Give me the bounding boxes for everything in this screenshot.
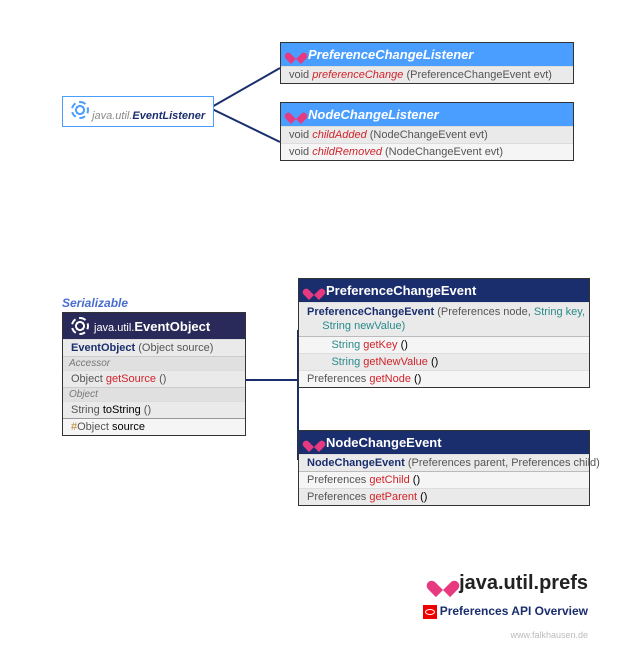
pce-title: PreferenceChangeEvent [326,283,476,298]
evo-ctor: EventObject (Object source) [63,339,245,356]
heart-icon [307,284,321,298]
ret: Preferences [307,474,366,486]
evo-prefix: java.util. [94,322,134,334]
mname: getNode [369,373,411,385]
params: () [144,404,151,416]
pcl-header: PreferenceChangeListener [281,43,573,66]
p3: String newValue) [322,320,405,332]
evo-m1: Object getSource () [63,370,245,387]
p1: (Preferences node, [437,306,531,318]
heart-icon [289,108,303,122]
mname: getChild [369,474,409,486]
package-title: java.util.prefs [433,572,588,595]
evo-title: EventObject [134,319,210,334]
params: () [401,339,408,351]
ctor-params: (Object source) [138,342,213,354]
mname: childAdded [312,129,366,141]
ret: void [289,129,309,141]
ret: void [289,146,309,158]
pce-ctor: PreferenceChangeEvent (Preferences node,… [299,302,589,336]
params: () [420,491,427,503]
ncl-m2: void childRemoved (NodeChangeEvent evt) [281,143,573,160]
overview-link[interactable]: Preferences API Overview [423,604,588,619]
pcl-title: PreferenceChangeListener [308,47,473,62]
heart-icon [307,436,321,450]
ret: String [331,356,360,368]
event-listener-box: java.util.EventListener [62,96,214,127]
ctor-name: PreferenceChangeEvent [307,306,434,318]
ctor-params: (Preferences parent, Preferences child) [408,457,600,469]
fname: source [112,421,145,433]
mname: toString [103,404,141,416]
params: () [431,356,438,368]
evo-field: #Object source [63,418,245,435]
serializable-label: Serializable [62,296,128,310]
ret: String [71,404,100,416]
evo-m2: String toString () [63,401,245,418]
ret: void [289,69,309,81]
params: () [414,373,421,385]
params: () [413,474,420,486]
mname: getParent [369,491,417,503]
overview-text: Preferences API Overview [440,604,588,618]
ret: Preferences [307,491,366,503]
el-name: EventListener [132,110,205,122]
pce-m2: String getNewValue () [299,353,589,370]
mname: getNewValue [363,356,428,368]
mname: preferenceChange [312,69,403,81]
pce-box: PreferenceChangeEvent PreferenceChangeEv… [298,278,590,388]
nce-m2: Preferences getParent () [299,488,589,505]
nce-header: NodeChangeEvent [299,431,589,454]
pcl-method: void preferenceChange (PreferenceChangeE… [281,66,573,83]
mname: childRemoved [312,146,382,158]
params: (NodeChangeEvent evt) [370,129,488,141]
gear-icon [71,317,89,335]
heart-icon [289,48,303,62]
evo-box: java.util.EventObject EventObject (Objec… [62,312,246,436]
p2: String key, [534,306,585,318]
ret: Object [71,373,103,385]
heart-icon [433,574,453,594]
ret: String [331,339,360,351]
object-section: Object [63,387,245,401]
oracle-icon [423,605,437,619]
credit: www.falkhausen.de [510,630,588,640]
el-prefix: java.util. [92,110,132,122]
ctor-name: NodeChangeEvent [307,457,405,469]
params: (PreferenceChangeEvent evt) [406,69,552,81]
ncl-header: NodeChangeListener [281,103,573,126]
nce-ctor: NodeChangeEvent (Preferences parent, Pre… [299,454,589,471]
accessor-section: Accessor [63,356,245,370]
ncl-m1: void childAdded (NodeChangeEvent evt) [281,126,573,143]
params: (NodeChangeEvent evt) [385,146,503,158]
ncl-title: NodeChangeListener [308,107,439,122]
nce-box: NodeChangeEvent NodeChangeEvent (Prefere… [298,430,590,506]
pkg-name: java.util.prefs [459,572,588,595]
evo-header: java.util.EventObject [63,313,245,339]
pce-m3: Preferences getNode () [299,370,589,387]
gear-icon [71,101,89,119]
ncl-box: NodeChangeListener void childAdded (Node… [280,102,574,161]
ret: Preferences [307,373,366,385]
pcl-box: PreferenceChangeListener void preference… [280,42,574,84]
params: () [159,373,166,385]
nce-title: NodeChangeEvent [326,435,442,450]
mname: getKey [363,339,397,351]
pce-m1: String getKey () [299,336,589,353]
ctor-name: EventObject [71,342,135,354]
ftype: Object [77,421,109,433]
pce-header: PreferenceChangeEvent [299,279,589,302]
mname: getSource [106,373,156,385]
nce-m1: Preferences getChild () [299,471,589,488]
